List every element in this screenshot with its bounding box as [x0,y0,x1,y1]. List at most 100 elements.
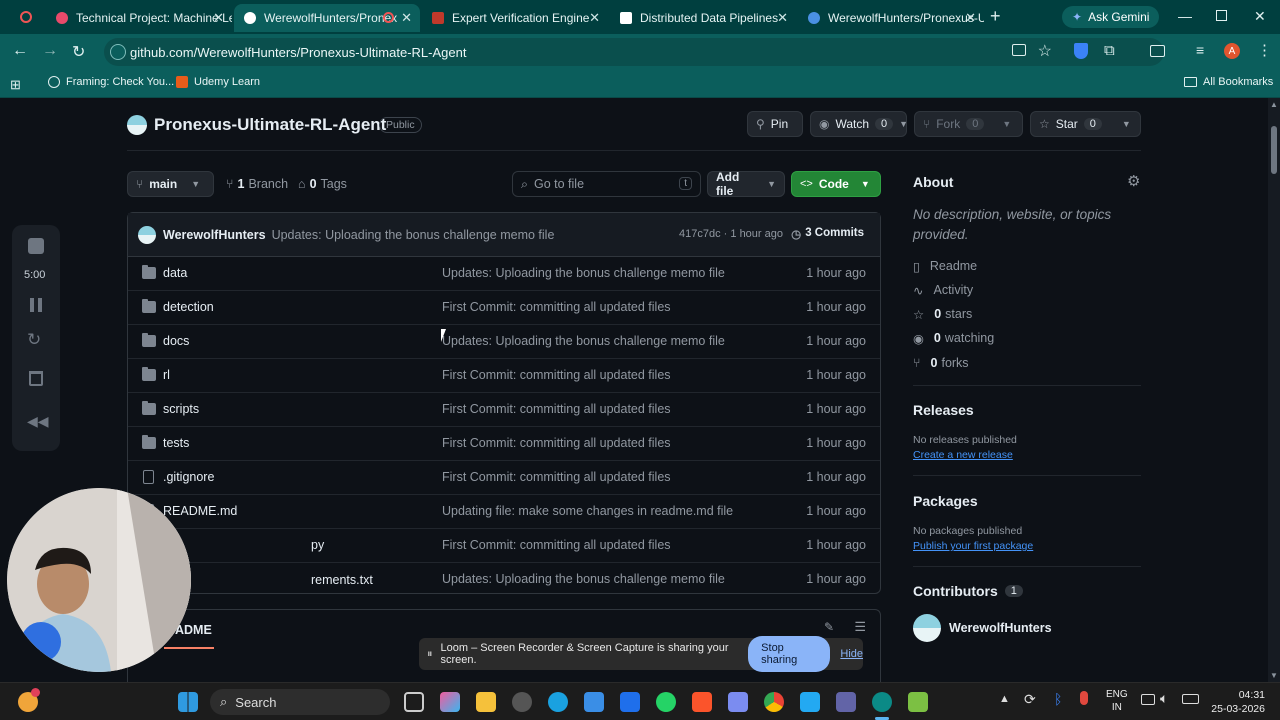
contributors-heading[interactable]: Contributors 1 [913,583,1023,599]
store-icon[interactable] [584,692,604,712]
collapse-icon[interactable]: ◀◀ [27,413,49,430]
file-row[interactable]: data Updates: Uploading the bonus challen… [128,257,880,291]
file-name[interactable]: README.md [163,504,237,518]
commit-message[interactable]: Updates: Uploading the bonus challenge m… [272,228,555,242]
pause-icon[interactable] [30,298,42,312]
file-row[interactable]: tests First Commit: committing all update… [128,427,880,461]
outline-icon[interactable]: ☰ [854,619,866,635]
close-tab-icon[interactable]: ✕ [401,10,412,26]
star-button[interactable]: ☆ Star 0 ▼ [1030,111,1141,137]
stop-recording-icon[interactable] [28,238,44,254]
settings-gear-icon[interactable]: ⚙ [1127,172,1140,190]
taskbar-search-box[interactable]: ⌕ Search [210,689,390,715]
teams-icon[interactable] [836,692,856,712]
stars-link[interactable]: ☆ 0 stars [913,307,972,322]
watching-link[interactable]: ◉ 0 watching [913,331,994,346]
stop-sharing-button[interactable]: Stop sharing [748,636,831,672]
file-name[interactable]: py [311,538,324,552]
branches-link[interactable]: ⑂ 1 Branch [226,177,288,191]
close-tab-icon[interactable]: ✕ [589,10,600,26]
minimize-window-button[interactable]: — [1178,8,1192,24]
go-to-file-input[interactable]: ⌕ Go to file t [512,171,701,197]
file-row[interactable]: detection First Commit: committing all up… [128,291,880,325]
file-explorer-icon[interactable] [476,692,496,712]
file-commit-message[interactable]: First Commit: committing all updated fil… [442,300,671,314]
file-name[interactable]: docs [163,334,189,348]
file-row[interactable]: README.md Updating file: make some change… [128,495,880,529]
contributor-item[interactable]: WerewolfHunters [913,614,1052,642]
whatsapp-icon[interactable] [656,692,676,712]
chrome-icon[interactable] [764,692,784,712]
profile-avatar[interactable]: A [1224,43,1240,59]
brave-icon[interactable] [692,692,712,712]
commit-meta[interactable]: 417c7dc · 1 hour ago [679,228,783,240]
repo-title[interactable]: Pronexus-Ultimate-RL-Agent [154,115,386,135]
branch-select-button[interactable]: ⑂ main ▼ [127,171,214,197]
scrollbar-thumb[interactable] [1271,126,1277,174]
file-commit-message[interactable]: First Commit: committing all updated fil… [442,538,671,552]
file-name[interactable]: .gitignore [163,470,214,484]
file-name[interactable]: rl [163,368,170,382]
browser-tab-4[interactable]: Distributed Data Pipelines ✕ [610,4,796,32]
menu-kebab-icon[interactable]: ⋮ [1257,41,1272,59]
readme-tab[interactable]: ADME [175,623,212,637]
back-icon[interactable]: ← [12,42,28,60]
author-avatar[interactable] [138,225,156,244]
maximize-window-button[interactable] [1216,10,1227,21]
hide-button[interactable]: Hide [840,648,863,660]
browser-tab-2[interactable]: WerewolfHunters/Pronex ✕ [234,4,420,32]
file-commit-message[interactable]: First Commit: committing all updated fil… [442,402,671,416]
close-tab-icon[interactable]: ✕ [213,10,224,26]
vscode-blue-icon[interactable] [620,692,640,712]
bookmark-star-icon[interactable]: ☆ [1038,41,1052,61]
close-tab-icon[interactable]: ✕ [965,10,976,26]
battery-icon[interactable] [1182,694,1199,704]
watch-button[interactable]: ◉ Watch 0 ▼ [810,111,908,137]
network-icon[interactable] [1141,694,1155,705]
clock[interactable]: 04:31 25-03-2026 [1209,688,1265,716]
commit-author[interactable]: WerewolfHunters [163,228,266,242]
task-view-icon[interactable] [404,692,424,712]
code-button[interactable]: <> Code ▼ [791,171,881,197]
fork-button[interactable]: ⑂ Fork 0 ▼ [914,111,1023,137]
file-name[interactable]: rements.txt [311,573,373,587]
create-release-link[interactable]: Create a new release [913,449,1013,461]
file-commit-message[interactable]: Updating file: make some changes in read… [442,504,733,518]
commits-link[interactable]: ◷ 3 Commits [791,227,864,241]
sync-icon[interactable]: ⟳ [1024,691,1036,708]
all-bookmarks-button[interactable]: All Bookmarks [1184,76,1273,88]
file-row[interactable]: rements.txt Updates: Uploading the bonus … [128,563,880,597]
file-commit-message[interactable]: First Commit: committing all updated fil… [442,368,671,382]
reload-icon[interactable]: ↻ [72,42,85,62]
browser-tab-1[interactable]: Technical Project: Machine Le ✕ [46,4,232,32]
scroll-down-arrow-icon[interactable]: ▼ [1270,671,1278,680]
file-row[interactable]: docs Updates: Uploading the bonus challen… [128,325,880,359]
bookmark-framing[interactable]: Framing: Check You... [48,76,174,88]
file-name[interactable]: data [163,266,187,280]
webcam-bubble[interactable] [7,488,191,672]
extensions-icon[interactable]: ⧉ [1104,42,1115,59]
close-window-button[interactable]: ✕ [1254,8,1266,25]
close-tab-icon[interactable]: ✕ [777,10,788,26]
sidebar-icon[interactable] [1150,45,1165,57]
releases-heading[interactable]: Releases [913,402,974,418]
bookmark-udemy[interactable]: Udemy Learn [176,76,260,88]
apps-grid-icon[interactable]: ⊞ [10,77,21,93]
drag-handle-icon[interactable]: ⏸ [427,648,433,661]
bluetooth-icon[interactable]: ᛒ [1054,691,1062,707]
start-windows-icon[interactable] [178,692,198,712]
file-row[interactable]: scripts First Commit: committing all upda… [128,393,880,427]
publish-package-link[interactable]: Publish your first package [913,540,1033,552]
file-commit-message[interactable]: Updates: Uploading the bonus challenge m… [442,334,725,348]
activity-link[interactable]: ∿ Activity [913,283,973,298]
edge-icon[interactable] [548,692,568,712]
settings-app-icon[interactable] [512,692,532,712]
restart-icon[interactable]: ↻ [27,330,41,350]
browser-taskbar-icon[interactable] [872,692,892,712]
forks-link[interactable]: ⑂ 0 forks [913,356,969,370]
file-row[interactable]: .gitignore First Commit: committing all u… [128,461,880,495]
vpn-icon[interactable] [728,692,748,712]
file-commit-message[interactable]: Updates: Uploading the bonus challenge m… [442,572,725,586]
page-scrollbar[interactable]: ▲ ▼ [1268,98,1280,682]
microphone-icon[interactable] [1080,691,1088,705]
